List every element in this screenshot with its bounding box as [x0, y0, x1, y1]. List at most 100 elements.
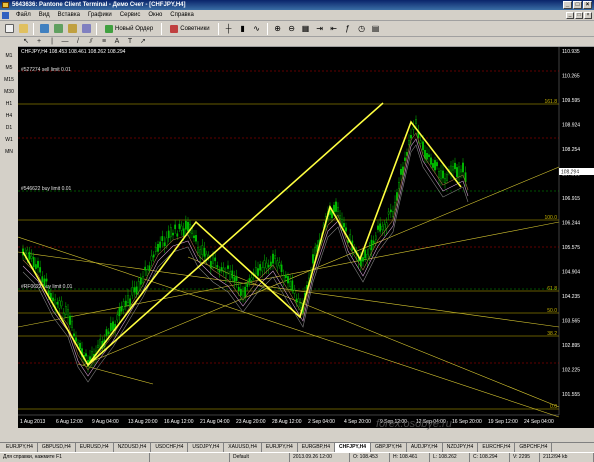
- chart-tab[interactable]: CHFJPY,H4: [335, 443, 371, 452]
- zoom-out-button[interactable]: ⊖: [286, 23, 298, 35]
- price-tick-label: 104.235: [562, 294, 580, 300]
- cursor-icon[interactable]: ↖: [22, 38, 30, 46]
- candle-body: [383, 224, 386, 231]
- candle-body: [41, 276, 44, 283]
- minimize-button[interactable]: _: [563, 1, 572, 9]
- candle-body: [56, 301, 59, 305]
- timeframe-m30[interactable]: M30: [2, 87, 16, 97]
- chart-tab[interactable]: GBPJPY,H4: [371, 443, 407, 452]
- price-tick-label: 101.555: [562, 392, 580, 398]
- horizontal-line-icon[interactable]: —: [61, 38, 69, 46]
- chart-window[interactable]: 161.8 100.0 61.8 50.0 38.2 0.0 #527274 sell li…: [18, 47, 594, 428]
- indicators-button[interactable]: ƒ: [342, 23, 354, 35]
- timeframe-m5[interactable]: M5: [2, 63, 16, 73]
- channel-icon[interactable]: ⫽: [87, 38, 95, 46]
- menu-view[interactable]: Вид: [35, 10, 54, 21]
- chart-tab[interactable]: EURJPY,H4: [262, 443, 298, 452]
- candle-body: [269, 261, 272, 267]
- chart-tab[interactable]: GBPCHF,H4: [515, 443, 553, 452]
- maximize-button[interactable]: □: [573, 1, 582, 9]
- advisors-label: Советники: [180, 25, 210, 32]
- fibonacci-icon[interactable]: ≡: [100, 38, 108, 46]
- chart-tab[interactable]: XAUUSD,H4: [224, 443, 262, 452]
- line-chart-button[interactable]: ∿: [251, 23, 263, 35]
- crosshair-icon[interactable]: +: [35, 38, 43, 46]
- candle-body: [462, 162, 464, 173]
- mdi-restore-button[interactable]: □: [575, 12, 583, 19]
- price-tick-label: 110.265: [562, 74, 580, 80]
- main-toolbar: Новый Ордер Советники ┼ ▮ ∿ ⊕ ⊖ ▦ ⇥ ⇤ ƒ …: [0, 21, 594, 37]
- profiles-button[interactable]: [17, 23, 29, 35]
- candle-body: [412, 126, 415, 130]
- menu-charts[interactable]: Графики: [84, 10, 116, 21]
- chart-tab[interactable]: EURJPY,H4: [2, 443, 38, 452]
- chart-shift-button[interactable]: ⇤: [328, 23, 340, 35]
- chart-tab[interactable]: EURUSD,H4: [76, 443, 114, 452]
- status-low: L: 108.262: [430, 453, 470, 462]
- candle-body: [235, 275, 238, 281]
- mdi-close-button[interactable]: ×: [584, 12, 592, 19]
- chart-tab[interactable]: EURCHF,H4: [478, 443, 516, 452]
- mdi-minimize-button[interactable]: _: [566, 12, 574, 19]
- arrow-icon[interactable]: ➚: [139, 38, 147, 46]
- timeframe-d1[interactable]: D1: [2, 123, 16, 133]
- new-chart-button[interactable]: [3, 23, 15, 35]
- timeframe-h1[interactable]: H1: [2, 99, 16, 109]
- chart-tab[interactable]: USDCHF,H4: [151, 443, 189, 452]
- order-label: #546622 buy limit 0.01: [21, 186, 72, 192]
- menu-file[interactable]: Файл: [12, 10, 35, 21]
- menu-insert[interactable]: Вставка: [54, 10, 84, 21]
- chart-tab[interactable]: EURGBP,H4: [298, 443, 336, 452]
- time-tick-label: 23 Aug 20:00: [236, 419, 266, 425]
- market-watch-button[interactable]: [38, 23, 50, 35]
- timeframe-m15[interactable]: M15: [2, 75, 16, 85]
- trendline-icon[interactable]: /: [74, 38, 82, 46]
- close-button[interactable]: ×: [583, 1, 592, 9]
- zoom-in-button[interactable]: ⊕: [272, 23, 284, 35]
- candle-body: [152, 254, 155, 258]
- menu-tools[interactable]: Сервис: [116, 10, 145, 21]
- candle-body: [224, 272, 227, 278]
- time-tick-label: 4 Sep 20:00: [344, 419, 371, 425]
- candle-body: [299, 303, 302, 309]
- indicators-icon: ƒ: [345, 24, 350, 33]
- tile-windows-button[interactable]: ▦: [300, 23, 312, 35]
- candle-body: [293, 290, 296, 294]
- terminal-window: 5643636: Pantone Client Terminal - Демо …: [0, 0, 594, 462]
- terminal-button[interactable]: [80, 23, 92, 35]
- chart-tab[interactable]: NZDUSD,H4: [114, 443, 152, 452]
- chart-tab[interactable]: NZDJPY,H4: [443, 443, 479, 452]
- menu-window[interactable]: Окно: [144, 10, 166, 21]
- timeframe-toolbar: M1 M5 M15 M30 H1 H4 D1 W1 MN: [0, 37, 18, 437]
- timeframe-mn[interactable]: MN: [2, 147, 16, 157]
- candle-body: [446, 174, 448, 181]
- candle-body: [345, 227, 347, 232]
- price-chart[interactable]: 161.8100.061.850.038.20.0#527274 sell li…: [18, 47, 594, 428]
- data-window-button[interactable]: [52, 23, 64, 35]
- candle-chart-button[interactable]: ▮: [237, 23, 249, 35]
- chart-tab[interactable]: AUDJPY,H4: [407, 443, 443, 452]
- navigator-button[interactable]: [66, 23, 78, 35]
- timeframe-m1[interactable]: M1: [2, 51, 16, 61]
- bar-chart-button[interactable]: ┼: [223, 23, 235, 35]
- menu-help[interactable]: Справка: [166, 10, 198, 21]
- candle-body: [131, 287, 134, 296]
- templates-button[interactable]: ▤: [370, 23, 382, 35]
- text-icon[interactable]: A: [113, 38, 121, 46]
- new-order-button[interactable]: Новый Ордер: [101, 24, 157, 34]
- chart-tab[interactable]: GBPUSD,H4: [38, 443, 76, 452]
- candle-body: [174, 224, 177, 230]
- timeframe-h4[interactable]: H4: [2, 111, 16, 121]
- candle-body: [197, 246, 199, 253]
- vertical-line-icon[interactable]: |: [48, 38, 56, 46]
- chart-tab[interactable]: USDJPY,H4: [188, 443, 225, 452]
- timeframe-w1[interactable]: W1: [2, 135, 16, 145]
- template-icon: ▤: [371, 24, 380, 33]
- autoscroll-button[interactable]: ⇥: [314, 23, 326, 35]
- expert-advisors-button[interactable]: Советники: [166, 24, 213, 34]
- candle-body: [379, 223, 382, 232]
- periods-button[interactable]: ◷: [356, 23, 368, 35]
- label-icon[interactable]: T: [126, 38, 134, 46]
- candle-body: [214, 257, 217, 262]
- new-order-icon: [105, 24, 113, 33]
